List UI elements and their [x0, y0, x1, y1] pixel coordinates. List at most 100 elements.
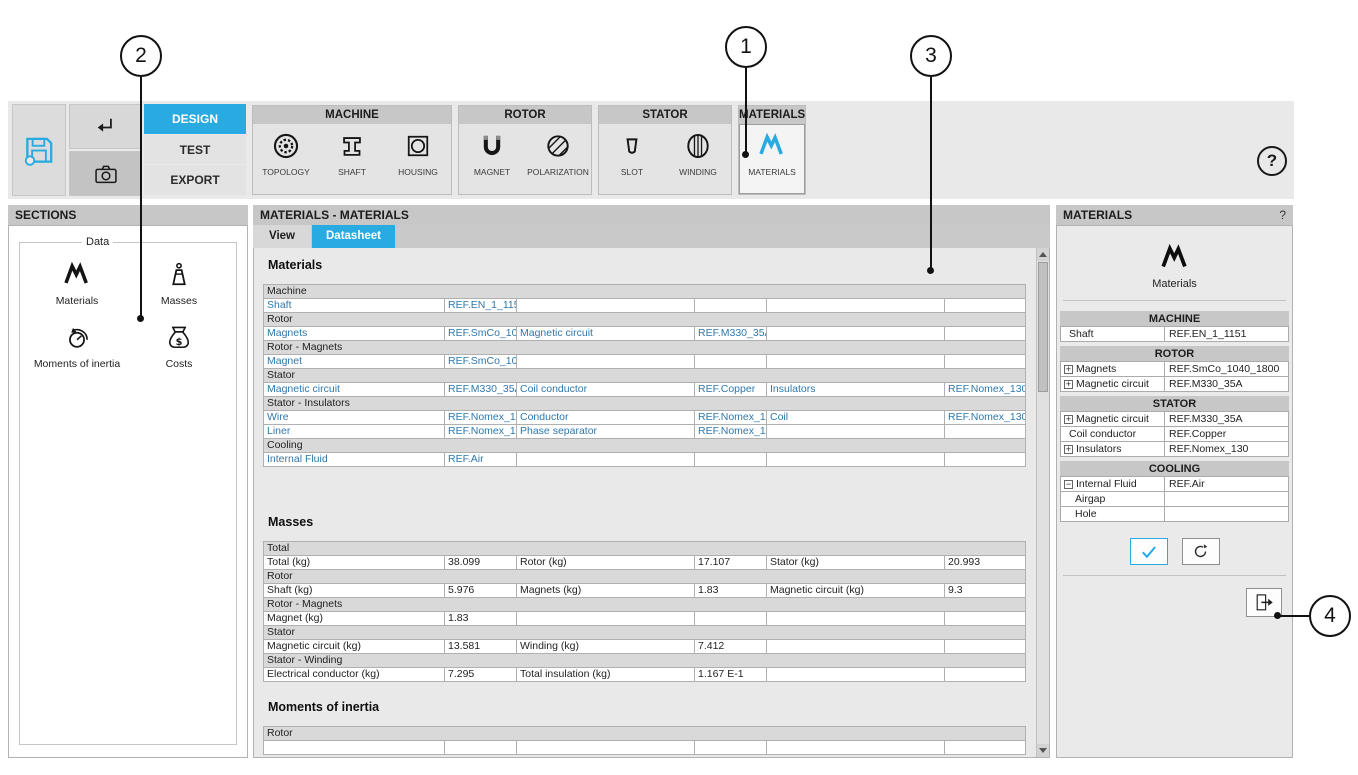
inspector-row-value[interactable]: REF.Nomex_130 [1165, 443, 1288, 455]
reset-button[interactable] [1182, 538, 1220, 565]
inspector-group-stator: STATOR [1060, 396, 1289, 412]
material-ref-link[interactable]: Coil conductor [517, 383, 695, 397]
inspector-row: Airgap [1060, 491, 1289, 507]
table-cell: 9.3 [945, 584, 1026, 598]
expand-plus-icon[interactable]: + [1064, 365, 1073, 374]
inspector-help-button[interactable]: ? [1279, 205, 1286, 225]
material-ref-link[interactable]: Magnetic circuit [517, 327, 695, 341]
ribbon-item-housing[interactable]: HOUSING [385, 124, 451, 194]
material-ref-link[interactable]: REF.Copper [695, 383, 767, 397]
material-ref-link[interactable]: Magnets [264, 327, 445, 341]
table-cell: 5.976 [445, 584, 517, 598]
ribbon-item-label: WINDING [679, 167, 717, 177]
material-ref-link[interactable]: REF.SmCo_10... [445, 355, 517, 369]
inspector-row-value[interactable]: REF.M330_35A [1165, 413, 1288, 425]
snapshot-button[interactable] [69, 151, 142, 196]
table-cell: 17.107 [695, 556, 767, 570]
inspector-row-value[interactable]: REF.SmCo_1040_1800 [1165, 363, 1288, 375]
toolbar: DESIGNTESTEXPORT MACHINETOPOLOGYSHAFTHOU… [8, 101, 1294, 199]
section-item-moments-of-inertia[interactable]: Moments of inertia [26, 323, 128, 370]
help-button[interactable]: ? [1257, 146, 1287, 176]
table-section-row: Stator - Insulators [264, 397, 1026, 411]
table-cell: Winding (kg) [517, 640, 695, 654]
section-label: Cooling [264, 439, 1026, 453]
material-ref-link[interactable]: REF.Nomex_130 [695, 411, 767, 425]
material-ref-link[interactable]: Magnet [264, 355, 445, 369]
mode-tabs: DESIGNTESTEXPORT [144, 104, 246, 196]
material-ref-link[interactable]: Shaft [264, 299, 445, 313]
ribbon-item-label: TOPOLOGY [262, 167, 310, 177]
sections-panel-body: Data MaterialsMassesMoments of inertia$C… [8, 225, 248, 758]
topology-icon [271, 131, 301, 161]
section-label: Rotor [264, 727, 1026, 741]
mode-tab-design[interactable]: DESIGN [144, 104, 246, 134]
material-ref-link[interactable]: Insulators [767, 383, 945, 397]
material-ref-link[interactable]: REF.Nomex_130 [695, 425, 767, 439]
data-table-masses: TotalTotal (kg)38.099Rotor (kg)17.107Sta… [263, 541, 1026, 682]
expand-plus-icon[interactable]: + [1064, 445, 1073, 454]
material-ref-link[interactable]: REF.Nomex_130 [945, 383, 1026, 397]
table-row: WireREF.Nomex_130ConductorREF.Nomex_130C… [264, 411, 1026, 425]
inspector-row-value[interactable]: REF.EN_1_1151 [1165, 328, 1288, 340]
section-item-masses[interactable]: Masses [128, 260, 230, 307]
data-table-materials: MachineShaftREF.EN_1_1151RotorMagnetsREF… [263, 284, 1026, 467]
ribbon-item-winding[interactable]: WINDING [665, 124, 731, 194]
material-ref-link[interactable]: Magnetic circuit [264, 383, 445, 397]
material-ref-link[interactable]: Wire [264, 411, 445, 425]
apply-button[interactable] [1130, 538, 1168, 565]
material-ref-link[interactable]: REF.Air [445, 453, 517, 467]
material-ref-link[interactable]: REF.M330_35A [695, 327, 767, 341]
table-section-row: Stator [264, 626, 1026, 640]
load-button[interactable] [69, 104, 142, 149]
table-cell [767, 453, 945, 467]
scroll-thumb[interactable] [1038, 262, 1048, 392]
ribbon-item-magnet[interactable]: MAGNET [459, 124, 525, 194]
table-row: Magnetic circuit (kg)13.581Winding (kg)7… [264, 640, 1026, 654]
doc-tab-datasheet[interactable]: Datasheet [312, 225, 395, 248]
expand-plus-icon[interactable]: + [1064, 380, 1073, 389]
material-ref-link[interactable]: REF.Nomex_130 [945, 411, 1026, 425]
section-item-materials[interactable]: Materials [26, 260, 128, 307]
expand-plus-icon[interactable]: + [1064, 415, 1073, 424]
save-button[interactable] [12, 104, 66, 196]
table-cell: 20.993 [945, 556, 1026, 570]
table-block-masses: MassesTotalTotal (kg)38.099Rotor (kg)17.… [263, 515, 1049, 682]
material-ref-link[interactable]: REF.Nomex_130 [445, 411, 517, 425]
inspector-row-value[interactable]: REF.Copper [1165, 428, 1288, 440]
ribbon-item-slot[interactable]: SLOT [599, 124, 665, 194]
table-cell: Magnetic circuit (kg) [767, 584, 945, 598]
table-row: MagnetsREF.SmCo_10...Magnetic circuitREF… [264, 327, 1026, 341]
ribbon-item-topology[interactable]: TOPOLOGY [253, 124, 319, 194]
inspector-label-text: Coil conductor [1069, 428, 1136, 440]
mode-tab-export[interactable]: EXPORT [144, 165, 246, 195]
scroll-up-button[interactable] [1037, 248, 1049, 261]
inspector-row-value[interactable]: REF.M330_35A [1165, 378, 1288, 390]
material-ref-link[interactable]: Liner [264, 425, 445, 439]
material-ref-link[interactable]: REF.Nomex_130 [445, 425, 517, 439]
table-row: Internal FluidREF.Air [264, 453, 1026, 467]
scroll-down-button[interactable] [1037, 744, 1049, 757]
vertical-scrollbar[interactable] [1036, 248, 1049, 757]
save-icon [21, 132, 57, 168]
ribbon-item-materials[interactable]: MATERIALS [739, 124, 805, 194]
material-ref-link[interactable]: REF.M330_35A [445, 383, 517, 397]
collapse-minus-icon[interactable]: − [1064, 480, 1073, 489]
table-cell: 1.83 [445, 612, 517, 626]
table-cell [695, 612, 767, 626]
material-ref-link[interactable]: Internal Fluid [264, 453, 445, 467]
material-ref-link[interactable]: REF.SmCo_10... [445, 327, 517, 341]
material-ref-link[interactable]: REF.EN_1_1151 [445, 299, 517, 313]
table-section-row: Total [264, 542, 1026, 556]
section-label: Total [264, 542, 1026, 556]
material-ref-link[interactable]: Coil [767, 411, 945, 425]
section-item-costs[interactable]: $Costs [128, 323, 230, 370]
material-ref-link[interactable]: Conductor [517, 411, 695, 425]
doc-tab-view[interactable]: View [253, 225, 311, 248]
material-ref-link[interactable]: Phase separator [517, 425, 695, 439]
ribbon-item-shaft[interactable]: SHAFT [319, 124, 385, 194]
mode-tab-test[interactable]: TEST [144, 135, 246, 165]
shaft-icon [337, 131, 367, 161]
inspector-row-value[interactable]: REF.Air [1165, 478, 1288, 490]
ribbon-item-polarization[interactable]: POLARIZATION [525, 124, 591, 194]
materials-icon [1159, 242, 1191, 274]
